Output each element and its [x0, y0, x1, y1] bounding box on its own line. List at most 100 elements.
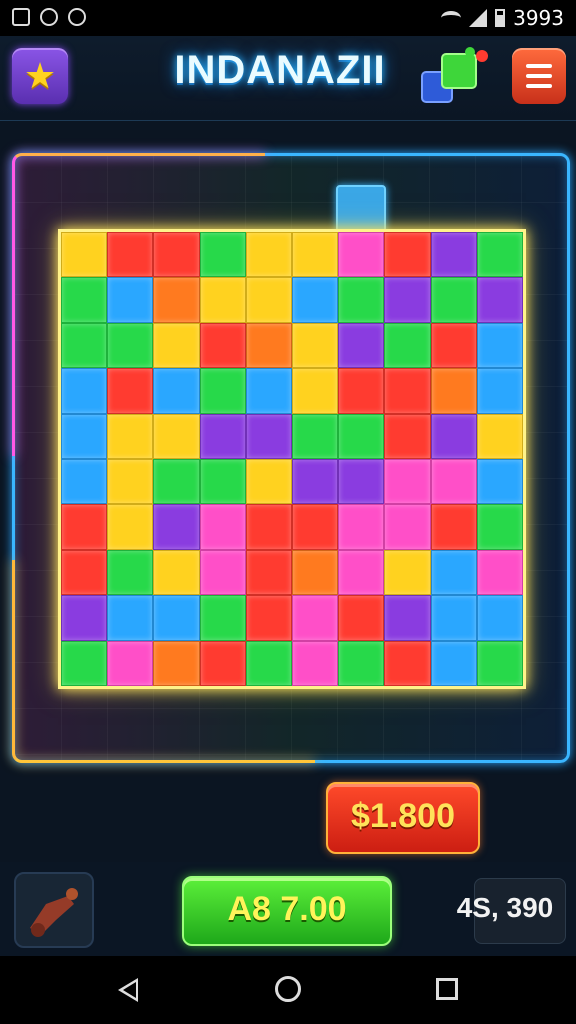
puzzle-piece[interactable] [107, 459, 154, 505]
puzzle-piece[interactable] [430, 322, 477, 369]
puzzle-piece[interactable] [292, 459, 339, 505]
puzzle-piece[interactable] [430, 640, 477, 686]
puzzle-piece[interactable] [430, 232, 477, 278]
puzzle-piece[interactable] [199, 504, 246, 550]
puzzle-piece[interactable] [199, 595, 246, 641]
puzzle-piece[interactable] [338, 595, 385, 641]
puzzle-piece[interactable] [338, 640, 385, 686]
puzzle-piece[interactable] [476, 549, 523, 596]
play-button[interactable]: A8 7.00 [182, 876, 392, 946]
puzzle-piece[interactable] [199, 368, 246, 414]
puzzle-piece[interactable] [245, 640, 292, 686]
puzzle-piece[interactable] [61, 368, 108, 414]
puzzle-piece[interactable] [107, 413, 154, 459]
puzzle-piece[interactable] [199, 322, 246, 369]
puzzle-piece[interactable] [476, 459, 523, 505]
puzzle-piece[interactable] [245, 277, 292, 323]
puzzle-piece[interactable] [199, 232, 246, 278]
puzzle-piece[interactable] [384, 549, 431, 596]
puzzle-piece[interactable] [430, 277, 477, 323]
puzzle-piece[interactable] [107, 277, 154, 323]
puzzle-grid[interactable] [58, 229, 526, 689]
puzzle-piece[interactable] [384, 368, 431, 414]
puzzle-piece[interactable] [430, 413, 477, 459]
puzzle-piece[interactable] [430, 595, 477, 641]
puzzle-piece[interactable] [292, 549, 339, 596]
puzzle-piece[interactable] [199, 549, 246, 596]
puzzle-piece[interactable] [153, 232, 200, 278]
puzzle-piece[interactable] [338, 504, 385, 550]
puzzle-piece[interactable] [384, 322, 431, 369]
puzzle-piece[interactable] [338, 368, 385, 414]
puzzle-piece[interactable] [153, 549, 200, 596]
puzzle-piece[interactable] [476, 640, 523, 686]
puzzle-piece[interactable] [107, 504, 154, 550]
puzzle-piece[interactable] [476, 595, 523, 641]
puzzle-piece[interactable] [153, 413, 200, 459]
puzzle-piece[interactable] [107, 595, 154, 641]
puzzle-piece[interactable] [384, 459, 431, 505]
puzzle-piece[interactable] [476, 277, 523, 323]
back-icon[interactable] [118, 978, 138, 1002]
booster-button[interactable] [14, 872, 94, 948]
puzzle-piece[interactable] [61, 459, 108, 505]
puzzle-piece[interactable] [338, 549, 385, 596]
puzzle-piece[interactable] [153, 504, 200, 550]
puzzle-piece[interactable] [292, 368, 339, 414]
puzzle-piece[interactable] [430, 504, 477, 550]
puzzle-piece[interactable] [153, 459, 200, 505]
loose-puzzle-piece[interactable] [336, 185, 386, 235]
menu-button[interactable] [512, 48, 566, 104]
puzzle-piece[interactable] [384, 595, 431, 641]
puzzle-piece[interactable] [430, 549, 477, 596]
puzzle-piece[interactable] [338, 232, 385, 278]
puzzle-piece[interactable] [245, 322, 292, 369]
puzzle-piece[interactable] [153, 595, 200, 641]
puzzle-piece[interactable] [292, 504, 339, 550]
puzzle-piece[interactable] [292, 413, 339, 459]
puzzle-piece[interactable] [245, 368, 292, 414]
puzzle-piece[interactable] [107, 232, 154, 278]
puzzle-piece[interactable] [199, 640, 246, 686]
puzzle-piece[interactable] [61, 504, 108, 550]
puzzle-piece[interactable] [338, 322, 385, 369]
puzzle-piece[interactable] [61, 277, 108, 323]
price-button[interactable]: $1.800 [326, 782, 480, 854]
puzzle-piece[interactable] [338, 277, 385, 323]
puzzle-piece[interactable] [384, 277, 431, 323]
puzzle-piece[interactable] [245, 459, 292, 505]
puzzle-piece[interactable] [61, 549, 108, 596]
puzzle-piece[interactable] [430, 368, 477, 414]
puzzle-piece[interactable] [61, 640, 108, 686]
puzzle-piece[interactable] [384, 504, 431, 550]
puzzle-piece[interactable] [292, 640, 339, 686]
star-button[interactable]: ★ [12, 48, 68, 104]
puzzle-piece[interactable] [107, 640, 154, 686]
puzzle-piece[interactable] [292, 595, 339, 641]
puzzle-piece[interactable] [384, 640, 431, 686]
puzzle-piece[interactable] [292, 232, 339, 278]
puzzle-piece[interactable] [292, 322, 339, 369]
puzzle-piece[interactable] [245, 595, 292, 641]
puzzle-piece[interactable] [338, 459, 385, 505]
puzzle-piece[interactable] [153, 368, 200, 414]
puzzle-piece[interactable] [199, 459, 246, 505]
puzzle-piece[interactable] [245, 232, 292, 278]
puzzle-piece[interactable] [476, 368, 523, 414]
puzzle-piece[interactable] [245, 413, 292, 459]
puzzle-piece[interactable] [153, 277, 200, 323]
puzzle-piece[interactable] [107, 368, 154, 414]
puzzle-piece[interactable] [61, 595, 108, 641]
puzzle-piece[interactable] [476, 232, 523, 278]
puzzle-piece[interactable] [384, 232, 431, 278]
puzzle-piece[interactable] [61, 322, 108, 369]
puzzle-piece[interactable] [61, 232, 108, 278]
puzzle-piece[interactable] [338, 413, 385, 459]
puzzle-pieces-icon[interactable] [418, 44, 494, 110]
puzzle-piece[interactable] [430, 459, 477, 505]
puzzle-piece[interactable] [384, 413, 431, 459]
puzzle-piece[interactable] [61, 413, 108, 459]
puzzle-piece[interactable] [199, 277, 246, 323]
puzzle-piece[interactable] [245, 504, 292, 550]
puzzle-piece[interactable] [153, 640, 200, 686]
